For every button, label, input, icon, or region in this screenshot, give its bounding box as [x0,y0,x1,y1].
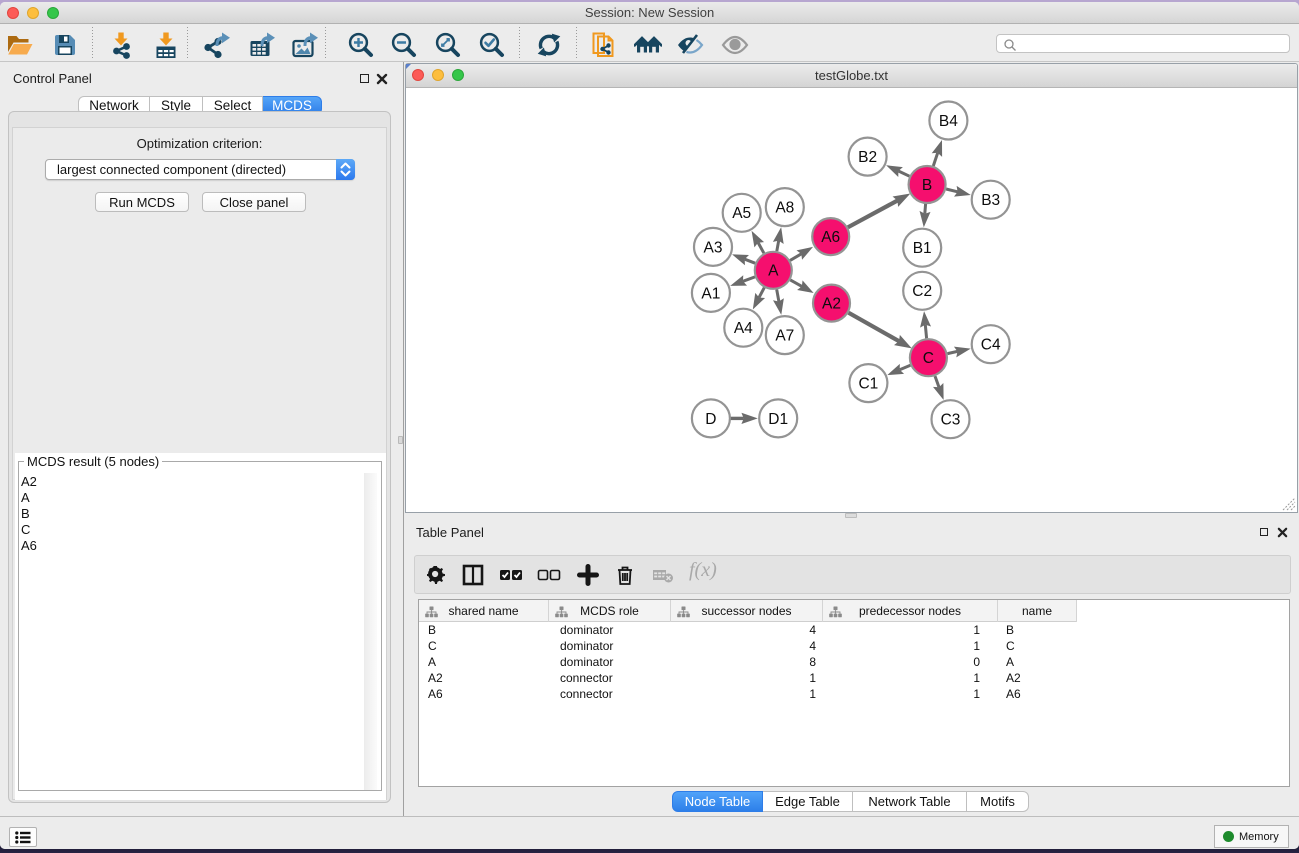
svg-text:C4: C4 [981,337,1001,354]
svg-text:C: C [923,350,934,367]
svg-text:A: A [768,263,779,280]
svg-text:A3: A3 [704,239,723,256]
svg-text:B4: B4 [939,113,958,130]
svg-text:B: B [922,177,932,194]
svg-text:A5: A5 [732,205,751,222]
svg-text:C3: C3 [941,412,961,429]
svg-text:D: D [705,411,716,428]
svg-text:B3: B3 [981,192,1000,209]
svg-text:B2: B2 [858,149,877,166]
svg-text:C2: C2 [912,283,932,300]
svg-text:A2: A2 [822,296,841,313]
svg-text:A1: A1 [701,285,720,302]
svg-text:A4: A4 [734,320,753,337]
svg-text:A8: A8 [775,200,794,217]
svg-text:A7: A7 [775,328,794,345]
svg-text:B1: B1 [913,240,932,257]
svg-text:A6: A6 [821,229,840,246]
svg-text:D1: D1 [768,411,788,428]
svg-text:C1: C1 [858,376,878,393]
